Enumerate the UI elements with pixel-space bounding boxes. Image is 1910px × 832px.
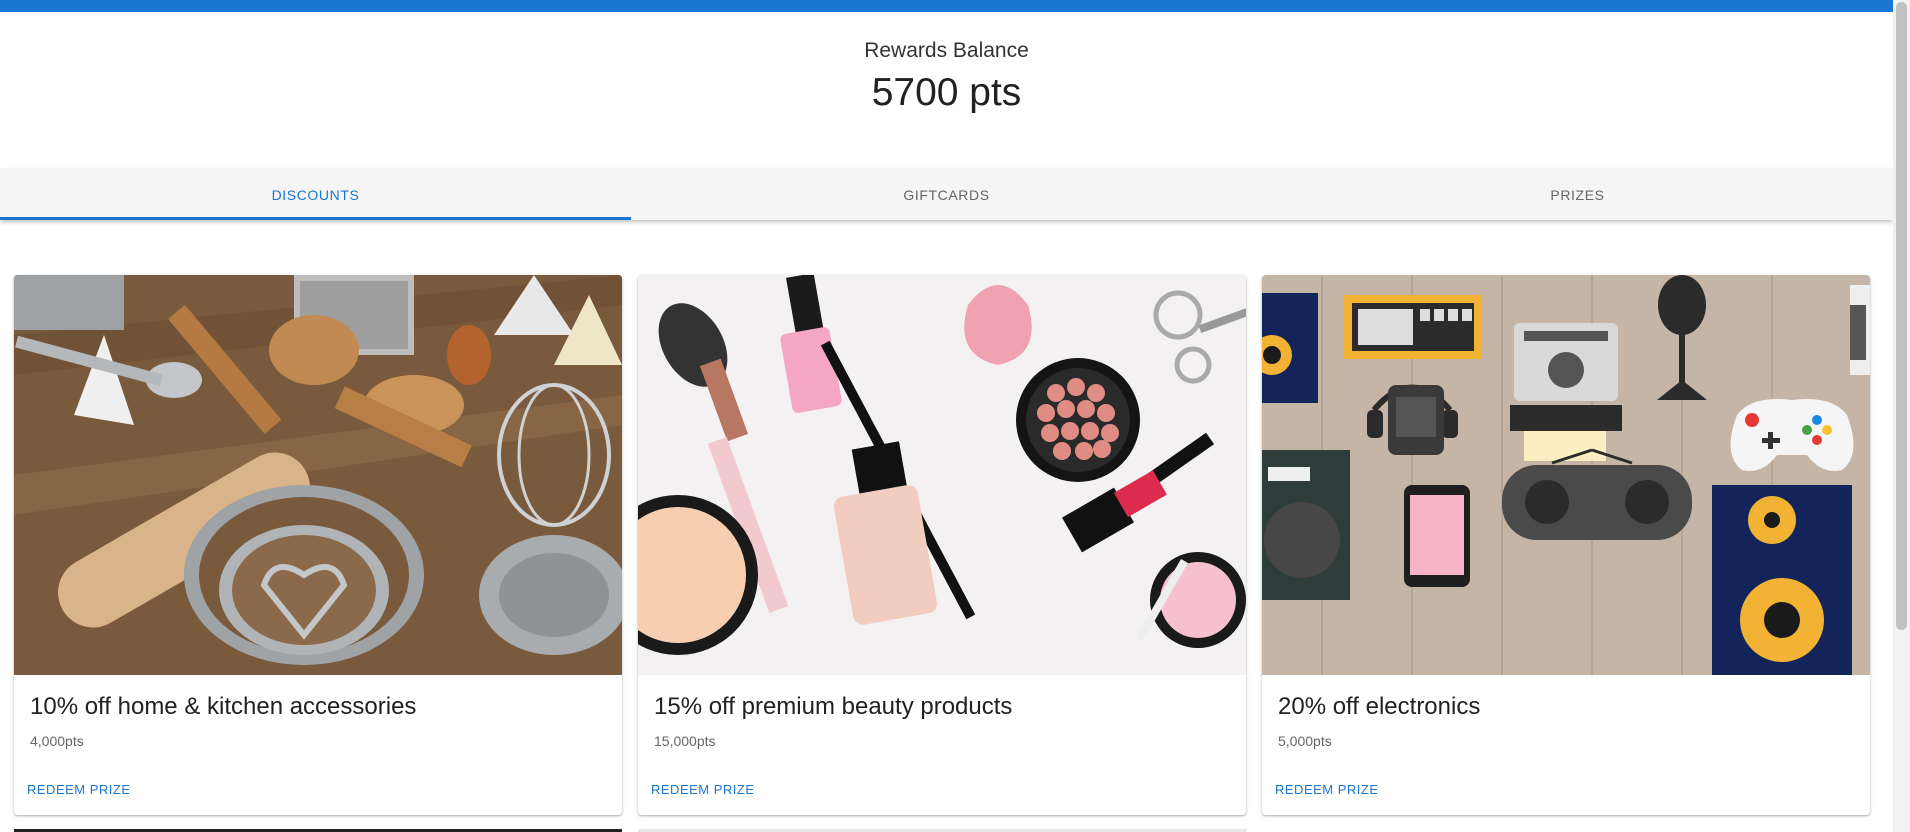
redeem-prize-button[interactable]: REDEEM PRIZE (1275, 782, 1379, 797)
tab-prizes[interactable]: PRIZES (1262, 169, 1893, 220)
makeup-products-image (638, 275, 1246, 675)
reward-card: 15% off premium beauty products 15,000pt… (638, 275, 1246, 815)
rewards-balance-value: 5700 pts (871, 71, 1022, 114)
redeem-prize-button[interactable]: REDEEM PRIZE (651, 782, 755, 797)
tab-giftcards[interactable]: GIFTCARDS (631, 169, 1262, 220)
rewards-balance-section: Rewards Balance 5700 pts (0, 12, 1893, 169)
electronics-illustration-image (1262, 275, 1870, 675)
reward-card-title: 20% off electronics (1278, 693, 1481, 720)
redeem-prize-button[interactable]: REDEEM PRIZE (27, 782, 131, 797)
reward-card-points: 4,000pts (30, 733, 84, 749)
reward-card-title: 10% off home & kitchen accessories (30, 693, 417, 720)
reward-card-title: 15% off premium beauty products (654, 693, 1013, 720)
rewards-tabs: DISCOUNTS GIFTCARDS PRIZES (0, 169, 1893, 220)
reward-card: 20% off electronics 5,000pts REDEEM PRIZ… (1262, 275, 1870, 815)
reward-card-points: 5,000pts (1278, 733, 1332, 749)
vertical-scrollbar[interactable] (1893, 0, 1910, 832)
reward-card-points: 15,000pts (654, 733, 716, 749)
kitchen-utensils-image (14, 275, 622, 675)
top-app-bar (0, 0, 1893, 12)
tab-discounts[interactable]: DISCOUNTS (0, 169, 631, 220)
rewards-balance-label: Rewards Balance (864, 39, 1029, 62)
scrollbar-thumb[interactable] (1896, 2, 1907, 630)
reward-card: 10% off home & kitchen accessories 4,000… (14, 275, 622, 815)
